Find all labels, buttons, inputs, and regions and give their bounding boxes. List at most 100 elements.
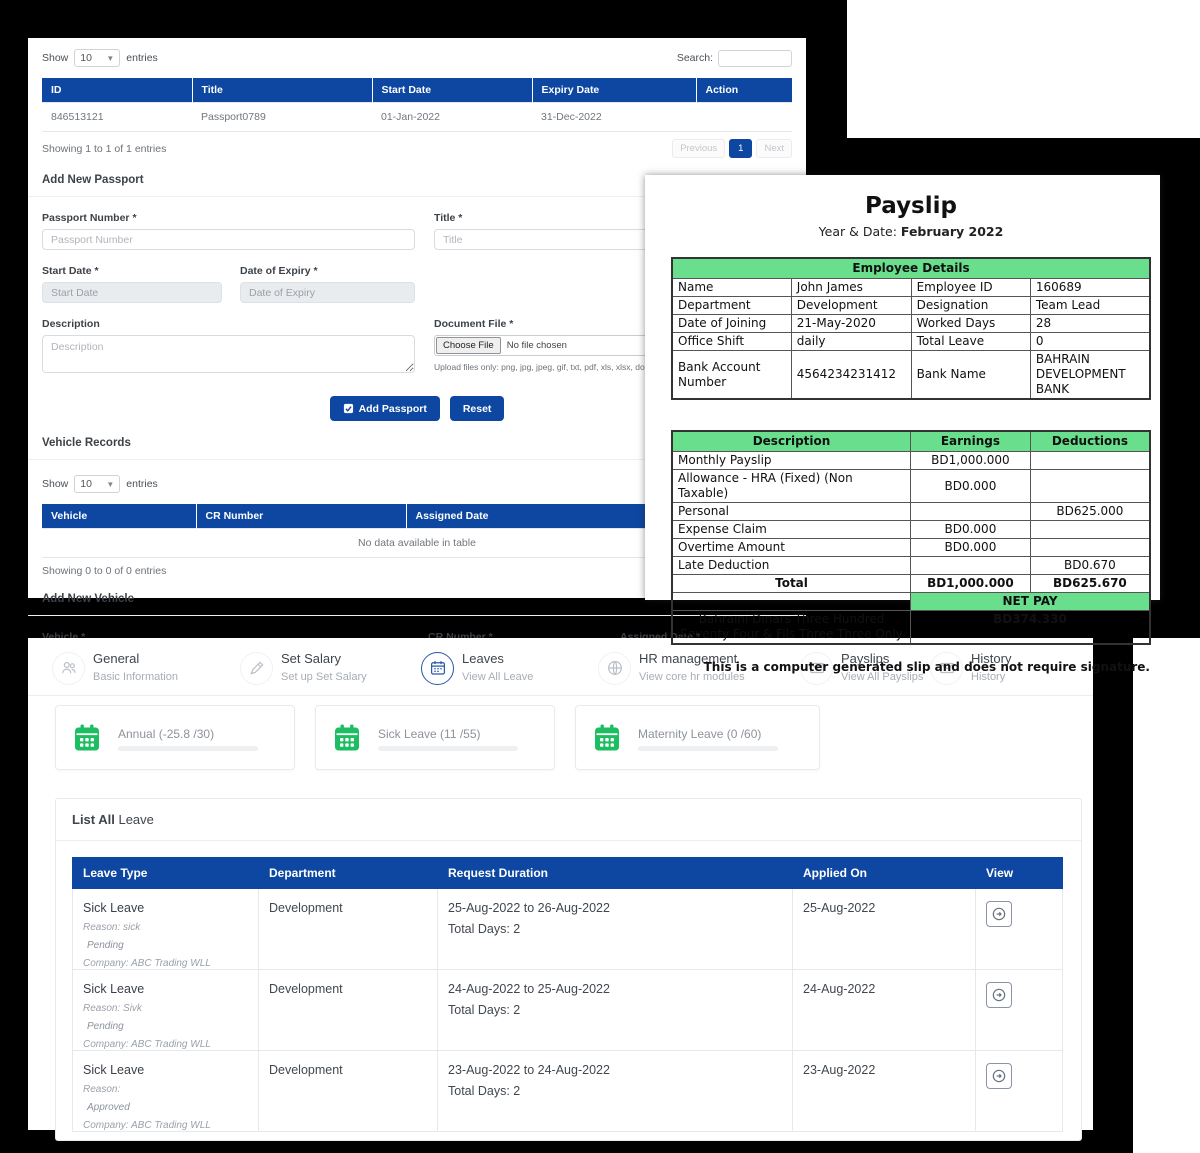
salary-table-header: Description Earnings Deductions bbox=[672, 431, 1150, 452]
column-header-department[interactable]: Department bbox=[259, 858, 438, 889]
payslip-panel: Payslip Year & Date: February 2022 Emplo… bbox=[645, 175, 1160, 600]
calendar-icon bbox=[332, 723, 362, 753]
column-header-title[interactable]: Title bbox=[192, 78, 372, 103]
page-size-select[interactable]: 10 ▼ bbox=[74, 475, 120, 493]
arrow-right-circle-icon bbox=[991, 1068, 1007, 1084]
entries-label: entries bbox=[126, 52, 158, 64]
globe-icon bbox=[606, 659, 624, 677]
chevron-down-icon: ▼ bbox=[106, 480, 114, 489]
start-date-label: Start Date * bbox=[42, 265, 222, 277]
view-leave-button[interactable] bbox=[986, 1063, 1012, 1089]
table-row: Late DeductionBD0.670 bbox=[672, 557, 1150, 575]
table-row: 846513121 Passport0789 01-Jan-2022 31-De… bbox=[42, 103, 792, 132]
column-header-start-date[interactable]: Start Date bbox=[372, 78, 532, 103]
leave-card-maternity[interactable]: Maternity Leave (0 /60) bbox=[575, 705, 820, 770]
cell-action bbox=[696, 103, 792, 132]
passport-table-header: ID Title Start Date Expiry Date Action bbox=[42, 78, 792, 103]
tab-set-salary[interactable]: Set Salary Set up Set Salary bbox=[240, 651, 367, 685]
passport-table-footer: Showing 1 to 1 of 1 entries Previous 1 N… bbox=[42, 139, 792, 158]
table-info: Showing 0 to 0 of 0 entries bbox=[42, 565, 166, 577]
calendar-icon bbox=[72, 723, 102, 753]
view-leave-button[interactable] bbox=[986, 982, 1012, 1008]
cell-expiry-date: 31-Dec-2022 bbox=[532, 103, 696, 132]
total-row: TotalBD1,000.000BD625.670 bbox=[672, 575, 1150, 593]
tab-leaves[interactable]: Leaves View All Leave bbox=[421, 651, 533, 685]
column-header-id[interactable]: ID bbox=[42, 78, 192, 103]
table-row: Sick Leave Reason: Sivk Pending Company:… bbox=[73, 970, 1063, 1051]
table-row: Bank Account Number4564234231412 Bank Na… bbox=[672, 351, 1150, 400]
page-size-select[interactable]: 10 ▼ bbox=[74, 49, 120, 67]
cell-id: 846513121 bbox=[42, 103, 192, 132]
payslip-date: Year & Date: February 2022 bbox=[671, 224, 1151, 239]
reset-passport-button[interactable]: Reset bbox=[450, 396, 505, 421]
calendar-icon bbox=[429, 659, 447, 677]
progress-bar bbox=[118, 746, 258, 751]
employee-details-table: Employee Details NameJohn James Employee… bbox=[671, 257, 1151, 400]
next-page-button[interactable]: Next bbox=[756, 139, 792, 158]
search-label: Search: bbox=[677, 52, 713, 64]
payslip-title: Payslip bbox=[671, 193, 1151, 219]
show-label: Show bbox=[42, 52, 68, 64]
column-header-request-duration[interactable]: Request Duration bbox=[438, 858, 793, 889]
passport-number-label: Passport Number * bbox=[42, 212, 415, 224]
choose-file-button[interactable]: Choose File bbox=[436, 337, 501, 354]
column-header-applied-on[interactable]: Applied On bbox=[793, 858, 976, 889]
page-length-control: Show 10 ▼ entries bbox=[42, 475, 158, 493]
column-header-cr-number[interactable]: CR Number bbox=[196, 504, 406, 529]
add-passport-button[interactable]: Add Passport bbox=[330, 396, 440, 421]
leave-card-sick[interactable]: Sick Leave (11 /55) bbox=[315, 705, 555, 770]
calendar-icon bbox=[592, 723, 622, 753]
leave-table-header: Leave Type Department Request Duration A… bbox=[73, 858, 1063, 889]
column-header-view[interactable]: View bbox=[976, 858, 1063, 889]
cell-start-date: 01-Jan-2022 bbox=[372, 103, 532, 132]
employee-details-header: Employee Details bbox=[672, 258, 1150, 279]
table-row: Sick Leave Reason: sick Pending Company:… bbox=[73, 889, 1063, 970]
net-pay-value: BD374.330 bbox=[911, 611, 1150, 645]
column-header-vehicle[interactable]: Vehicle bbox=[42, 504, 196, 529]
blank-white-region bbox=[1133, 638, 1200, 1153]
search-input[interactable] bbox=[718, 50, 792, 67]
leave-card-label: Annual (-25.8 /30) bbox=[118, 727, 214, 741]
pen-icon bbox=[248, 659, 266, 677]
table-row: Overtime AmountBD0.000 bbox=[672, 539, 1150, 557]
people-icon bbox=[60, 659, 78, 677]
file-status: No file chosen bbox=[507, 340, 567, 351]
previous-page-button[interactable]: Previous bbox=[672, 139, 725, 158]
progress-bar bbox=[638, 746, 778, 751]
cell-title: Passport0789 bbox=[192, 103, 372, 132]
status-badge: Approved bbox=[87, 1102, 248, 1113]
progress-bar bbox=[378, 746, 518, 751]
checkbox-check-icon bbox=[343, 403, 354, 414]
payslip-footer-note: This is a computer generated slip and do… bbox=[645, 660, 1150, 674]
list-all-leave-section: List All Leave Leave Type Department Req… bbox=[55, 798, 1082, 1141]
leave-table: Leave Type Department Request Duration A… bbox=[72, 857, 1063, 1132]
table-row: DepartmentDevelopment DesignationTeam Le… bbox=[672, 297, 1150, 315]
column-header-action[interactable]: Action bbox=[696, 78, 792, 103]
view-leave-button[interactable] bbox=[986, 901, 1012, 927]
tab-general[interactable]: General Basic Information bbox=[52, 651, 178, 685]
arrow-right-circle-icon bbox=[991, 906, 1007, 922]
salary-table: Description Earnings Deductions Monthly … bbox=[671, 430, 1151, 645]
passport-number-field[interactable] bbox=[42, 229, 415, 250]
leave-card-annual[interactable]: Annual (-25.8 /30) bbox=[55, 705, 295, 770]
page-1-button[interactable]: 1 bbox=[729, 139, 752, 158]
column-header-expiry-date[interactable]: Expiry Date bbox=[532, 78, 696, 103]
expiry-date-label: Date of Expiry * bbox=[240, 265, 415, 277]
column-header-leave-type[interactable]: Leave Type bbox=[73, 858, 259, 889]
document-file-input[interactable]: Choose File No file chosen bbox=[434, 335, 659, 356]
table-row: Sick Leave Reason: Approved Company: ABC… bbox=[73, 1051, 1063, 1132]
net-pay-label: NET PAY bbox=[911, 593, 1150, 611]
leave-card-label: Maternity Leave (0 /60) bbox=[638, 727, 761, 741]
start-date-field[interactable] bbox=[42, 282, 222, 303]
pagination: Previous 1 Next bbox=[672, 139, 792, 158]
amount-in-words: Bahraini Dinars Three Hundred Seventy Fo… bbox=[672, 611, 911, 645]
page-length-control: Show 10 ▼ entries bbox=[42, 49, 158, 67]
passport-table: ID Title Start Date Expiry Date Action 8… bbox=[42, 78, 792, 132]
table-row: Office Shiftdaily Total Leave0 bbox=[672, 333, 1150, 351]
desktop-background: Show 10 ▼ entries Search: ID Title Start… bbox=[0, 0, 1200, 1153]
status-badge: Pending bbox=[87, 1021, 248, 1032]
status-badge: Pending bbox=[87, 940, 248, 951]
table-row: Date of Joining21-May-2020 Worked Days28 bbox=[672, 315, 1150, 333]
expiry-date-field[interactable] bbox=[240, 282, 415, 303]
description-field[interactable] bbox=[42, 335, 415, 373]
